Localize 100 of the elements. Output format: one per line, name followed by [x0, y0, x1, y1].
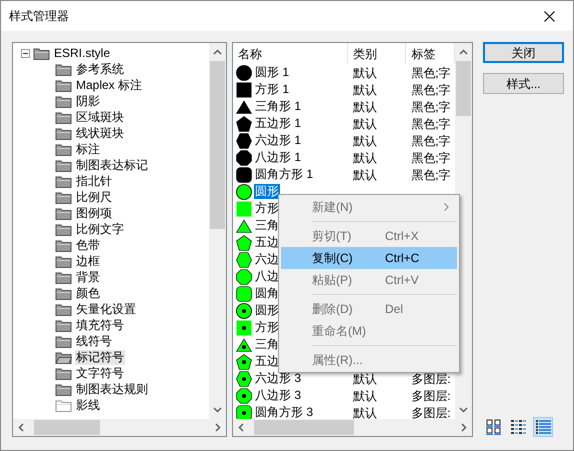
folder-icon [55, 158, 72, 172]
symbol-name[interactable]: 圆形 1 [254, 65, 290, 80]
folder-icon [55, 366, 72, 380]
tree-item[interactable]: 影线 [75, 398, 101, 412]
tag-text: 多图层: [411, 406, 451, 419]
folder-icon [55, 270, 72, 284]
symbol-name[interactable]: 三角形 1 [254, 99, 302, 114]
scroll-left-icon[interactable] [238, 423, 244, 432]
scrollbar-thumb[interactable] [210, 61, 225, 229]
folder-icon [55, 254, 72, 268]
tag-text: 多图层: [411, 388, 451, 402]
horizontal-scrollbar[interactable] [233, 419, 472, 436]
symbol-name[interactable]: 圆形 [254, 184, 280, 199]
scrollbar-thumb[interactable] [254, 420, 354, 435]
tree-item[interactable]: 图例项 [75, 206, 113, 220]
folder-icon [55, 110, 72, 124]
folder-icon [55, 334, 72, 348]
tree-item[interactable]: 标记符号 [75, 350, 125, 364]
tree-item[interactable]: 色带 [75, 238, 101, 252]
category-text: 默认 [352, 82, 377, 96]
tree-item[interactable]: 比例尺 [75, 190, 113, 204]
folder-icon [55, 222, 72, 236]
folder-icon [55, 286, 72, 300]
symbol-name[interactable]: 五边形 1 [254, 116, 302, 131]
symbol-name[interactable]: 方形 [254, 320, 280, 335]
folder-icon [55, 126, 72, 140]
scroll-left-icon[interactable] [18, 423, 24, 432]
folder-icon [55, 206, 72, 220]
folder-icon [55, 174, 72, 188]
tag-text: 黑色;字 [411, 150, 451, 164]
tree-item[interactable]: 比例文字 [75, 222, 125, 236]
folder-icon [55, 398, 72, 412]
scrollbar-thumb[interactable] [456, 61, 471, 116]
category-text: 默认 [352, 168, 377, 182]
symbol-name[interactable]: 圆形 [254, 303, 280, 318]
folder-icon [55, 350, 72, 364]
folder-icon [55, 62, 72, 76]
dialog-button[interactable]: 关闭 [483, 42, 564, 63]
folder-icon [55, 382, 72, 396]
dialog-button[interactable]: 样式... [483, 73, 564, 94]
tree-item[interactable]: 颜色 [75, 286, 101, 300]
tree-item[interactable]: 填充符号 [75, 318, 125, 332]
tree-item[interactable]: 线状斑块 [75, 126, 125, 140]
details-view-icon[interactable] [533, 417, 553, 437]
column-header[interactable]: 类别 [348, 43, 406, 64]
tree-item[interactable]: 制图表达规则 [75, 382, 149, 396]
tree-item[interactable]: 矢量化设置 [75, 302, 137, 316]
tree-item[interactable]: 阴影 [75, 94, 101, 108]
vertical-scrollbar[interactable] [209, 43, 226, 419]
symbol-name[interactable]: 圆角方形 3 [254, 405, 314, 419]
tag-text: 黑色;字 [411, 66, 451, 80]
symbol-name[interactable]: 三角 [254, 337, 280, 352]
tree-item[interactable]: 参考系统 [75, 62, 125, 76]
scroll-down-icon[interactable] [213, 407, 222, 413]
column-header[interactable]: 名称 [233, 43, 348, 64]
tree-item[interactable]: 边框 [75, 254, 101, 268]
large-icons-view-icon[interactable] [483, 417, 503, 437]
category-text: 默认 [352, 150, 377, 164]
scroll-right-icon[interactable] [215, 423, 221, 432]
tree-item[interactable]: Maplex 标注 [75, 78, 144, 92]
symbol-name[interactable]: 五边 [254, 235, 280, 250]
tag-text: 黑色;字 [411, 116, 451, 130]
symbol-name[interactable]: 八边 [254, 269, 280, 284]
horizontal-scrollbar[interactable] [13, 419, 226, 436]
tree-item[interactable]: 文字符号 [75, 366, 125, 380]
scroll-down-icon[interactable] [459, 407, 468, 413]
close-icon[interactable] [544, 10, 555, 22]
scrollbar-thumb[interactable] [34, 420, 100, 435]
symbol-name[interactable]: 五边 [254, 354, 280, 369]
tree-item[interactable]: 背景 [75, 270, 101, 284]
small-icons-view-icon[interactable] [508, 417, 528, 437]
tree-item[interactable]: 制图表达标记 [75, 158, 149, 172]
folder-icon [55, 318, 72, 332]
tree-item[interactable]: 线符号 [75, 334, 113, 348]
menu-item[interactable]: 复制(C) Ctrl+C [281, 247, 457, 269]
category-text: 默认 [352, 116, 377, 130]
tree-item[interactable]: 指北针 [75, 174, 113, 188]
symbol-name[interactable]: 六边 [254, 252, 280, 267]
collapse-icon[interactable] [21, 48, 30, 58]
scroll-up-icon[interactable] [459, 49, 468, 55]
symbol-name[interactable]: 圆角方形 1 [254, 167, 314, 182]
tag-text: 黑色;字 [411, 100, 451, 114]
symbol-name[interactable]: 八边形 3 [254, 388, 302, 403]
category-text: 默认 [352, 388, 377, 402]
symbol-name[interactable]: 方形 1 [254, 82, 290, 97]
symbol-name[interactable]: 八边形 1 [254, 150, 302, 165]
scroll-up-icon[interactable] [213, 49, 222, 55]
tree-item[interactable]: ESRI.style [53, 46, 112, 60]
category-text: 默认 [352, 406, 377, 419]
tree-item[interactable]: 区域斑块 [75, 110, 125, 124]
scroll-right-icon[interactable] [461, 423, 467, 432]
tree-item[interactable]: 标注 [75, 142, 101, 156]
tag-text: 黑色;字 [411, 82, 451, 96]
symbol-name[interactable]: 方形 [254, 201, 280, 216]
symbol-name[interactable]: 六边形 3 [254, 371, 302, 386]
symbol-name[interactable]: 三角 [254, 218, 280, 233]
folder-icon [55, 142, 72, 156]
symbol-name[interactable]: 圆角 [254, 286, 280, 301]
folder-icon [55, 302, 72, 316]
symbol-name[interactable]: 六边形 1 [254, 133, 302, 148]
